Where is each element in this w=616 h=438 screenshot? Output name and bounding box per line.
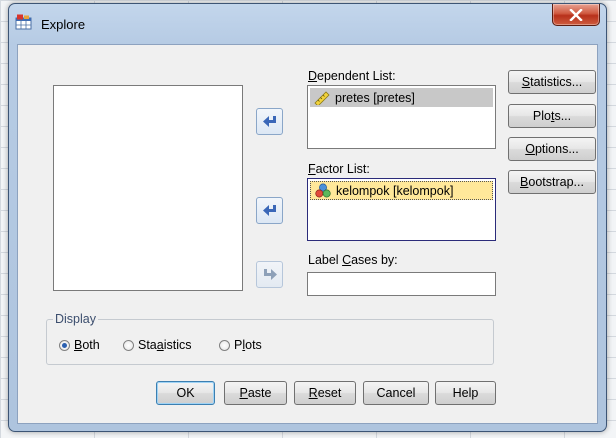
spss-explore-icon: [15, 14, 32, 30]
title-bar[interactable]: Explore: [9, 4, 606, 44]
statistics-button-label: Statistics...: [521, 75, 583, 89]
arrow-left-icon: [262, 115, 276, 127]
radio-button[interactable]: [219, 339, 230, 351]
list-item[interactable]: pretes [pretes]: [310, 88, 493, 107]
cancel-button[interactable]: Cancel: [363, 381, 429, 405]
window-title: Explore: [41, 17, 86, 32]
factor-list[interactable]: kelompok [kelompok]: [307, 178, 496, 241]
options-button-label: Options...: [525, 142, 579, 156]
label-cases-label: Label Cases by:: [308, 253, 398, 267]
ok-button[interactable]: OK: [156, 381, 215, 405]
radio-button[interactable]: [123, 339, 134, 351]
dependent-list[interactable]: pretes [pretes]: [307, 85, 496, 149]
display-radio-plots[interactable]: Plots: [219, 338, 262, 352]
options-button[interactable]: Options...: [508, 137, 596, 161]
move-to-dependent-button[interactable]: [256, 108, 283, 135]
bootstrap-button-label: Bootstrap...: [520, 175, 584, 189]
display-group-title: Display: [53, 312, 98, 326]
display-radio-statistics[interactable]: Staaistics: [123, 338, 192, 352]
plots-button[interactable]: Plots...: [508, 104, 596, 128]
statistics-button[interactable]: Statistics...: [508, 70, 596, 94]
label-cases-field[interactable]: [307, 272, 496, 296]
close-icon: [569, 8, 583, 21]
nominal-variable-icon: [315, 183, 331, 198]
list-item[interactable]: kelompok [kelompok]: [310, 181, 493, 200]
display-group: Display Both Staaistics Plots: [46, 312, 494, 365]
reset-button[interactable]: Reset: [294, 381, 356, 405]
factor-list-label: Factor List:: [308, 162, 370, 176]
source-variable-list[interactable]: [53, 85, 243, 291]
dialog-body: Dependent List: pretes [pretes] Factor L…: [17, 44, 598, 424]
arrow-right-icon: [263, 268, 277, 280]
close-button[interactable]: [552, 4, 600, 26]
radio-button-checked[interactable]: [59, 339, 70, 351]
arrow-left-icon: [262, 204, 276, 216]
move-to-factor-button[interactable]: [256, 197, 283, 224]
explore-dialog: Explore Dependent List: pretes [pretes] …: [8, 3, 607, 432]
dependent-list-label: Dependent List:: [308, 69, 396, 83]
display-radio-both[interactable]: Both: [59, 338, 100, 352]
paste-button[interactable]: Paste: [224, 381, 287, 405]
plots-button-label: Plots...: [532, 109, 572, 123]
bootstrap-button[interactable]: Bootstrap...: [508, 170, 596, 194]
ruler-scale-icon: [314, 90, 330, 105]
help-button[interactable]: Help: [435, 381, 496, 405]
move-to-label-cases-button[interactable]: [256, 261, 283, 288]
